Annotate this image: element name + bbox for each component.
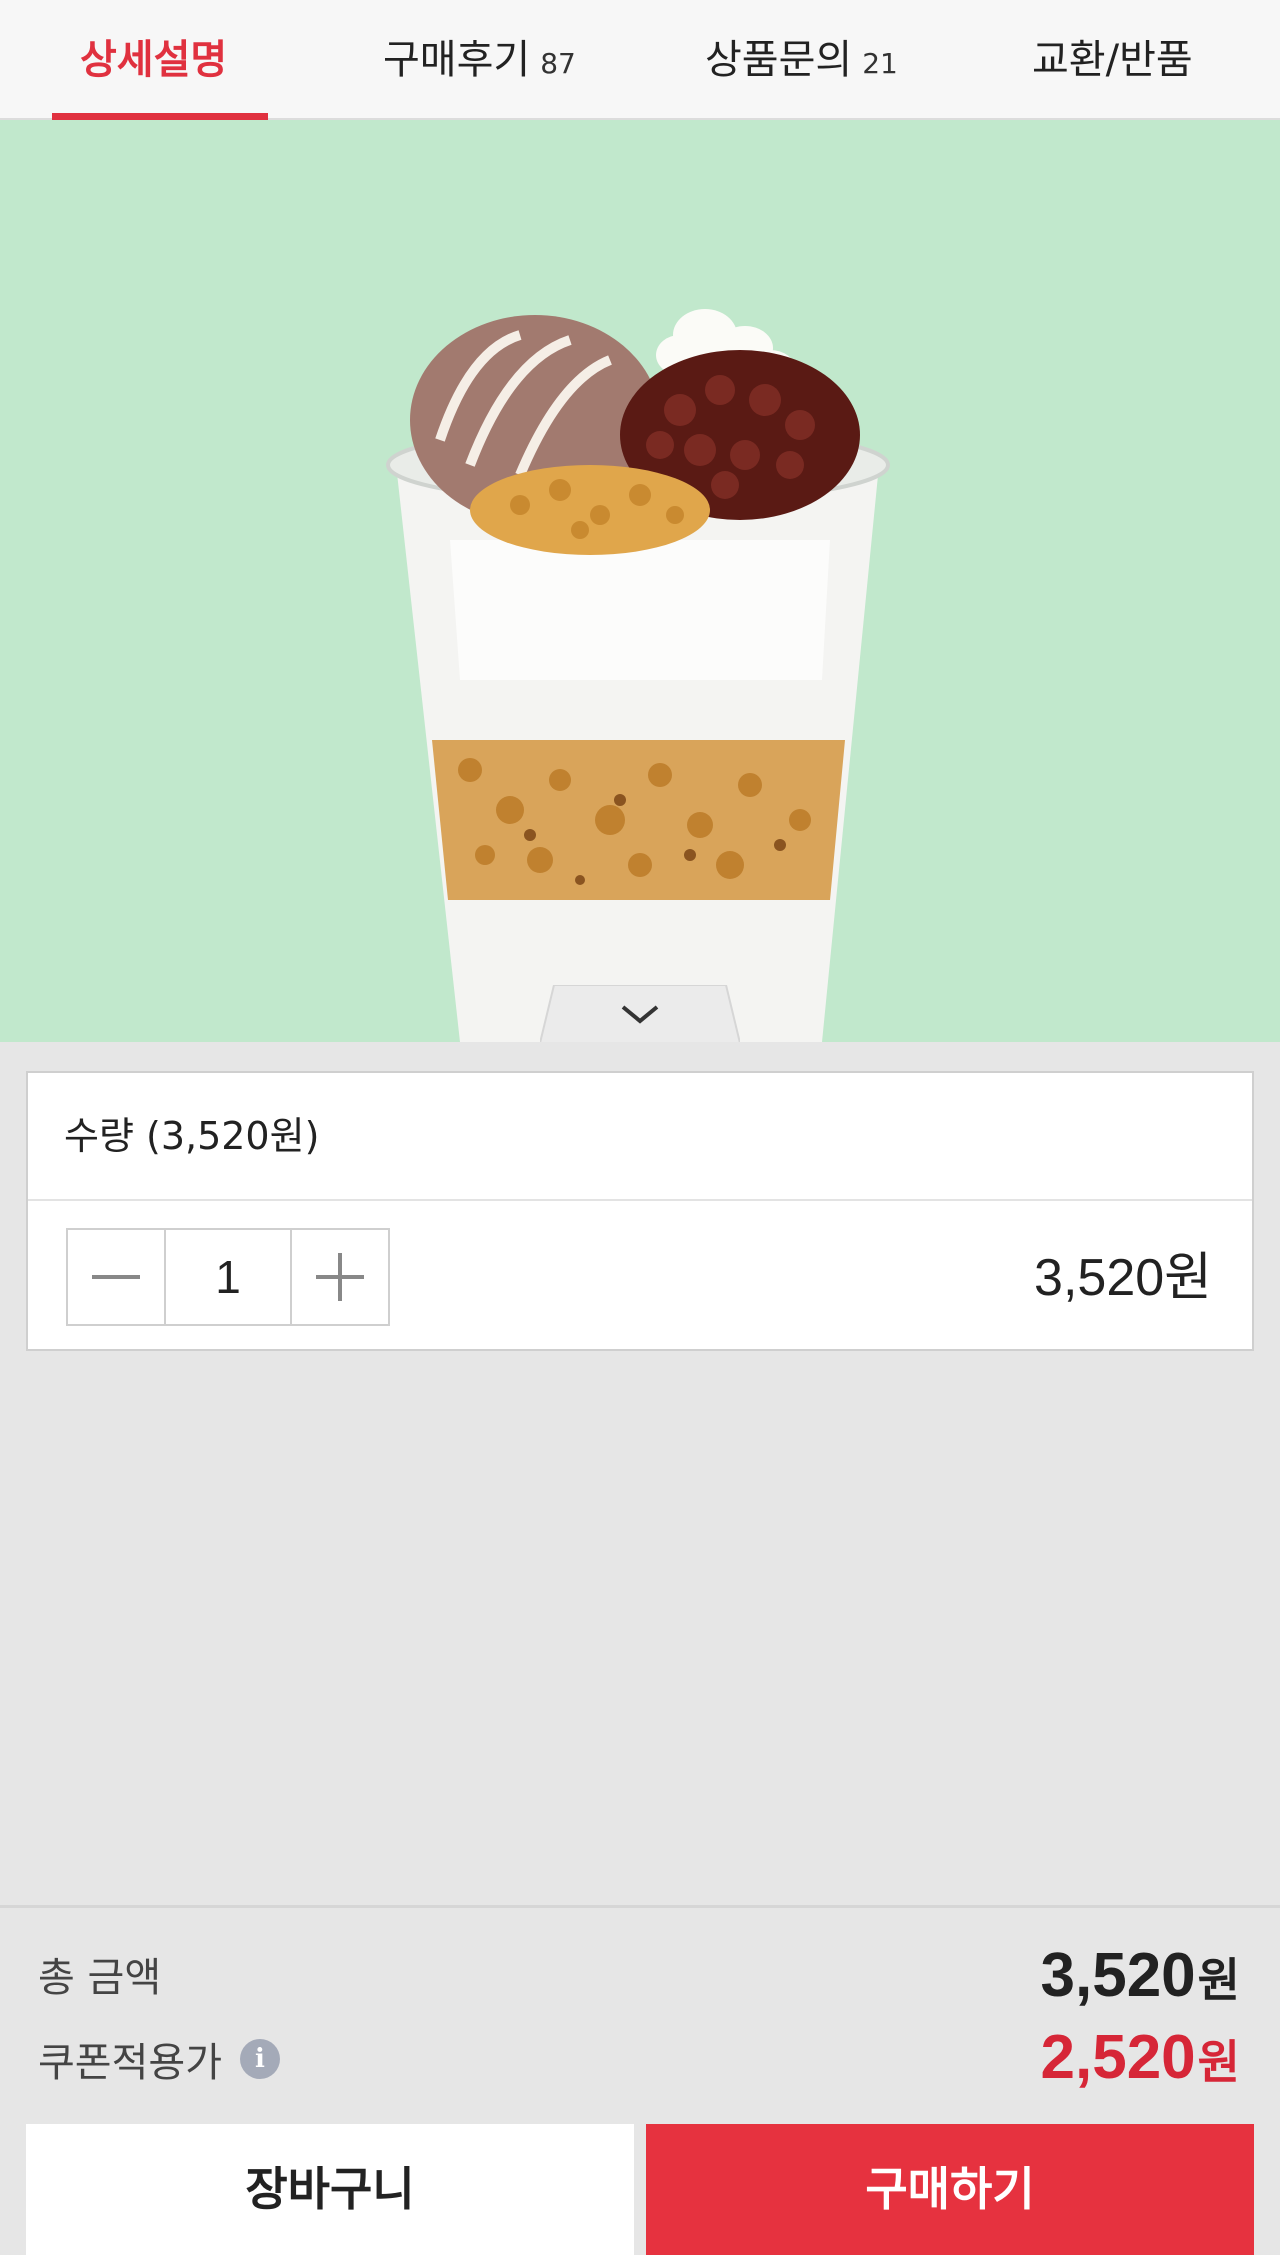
total-price-value: 3,520 bbox=[1040, 1941, 1196, 2010]
total-label: 총 금액 bbox=[38, 1955, 162, 2001]
minus-icon bbox=[92, 1275, 140, 1279]
line-price: 3,520원 bbox=[1034, 1249, 1212, 1307]
coupon-price-unit: 원 bbox=[1197, 2036, 1240, 2088]
quantity-option-panel: 수량 (3,520원) 1 3,520원 bbox=[26, 1071, 1254, 1351]
summary-divider bbox=[0, 1905, 1280, 1908]
tab-exchange-return[interactable]: 교환/반품 bbox=[1032, 0, 1193, 120]
tab-exchange-return-label: 교환/반품 bbox=[1032, 37, 1193, 83]
active-tab-indicator bbox=[52, 113, 268, 120]
parfait-cup-illustration bbox=[386, 309, 890, 1042]
tab-reviews-count: 87 bbox=[540, 47, 576, 80]
total-price-unit: 원 bbox=[1197, 1954, 1240, 2006]
quantity-stepper: 1 bbox=[66, 1228, 390, 1326]
quantity-label: 수량 (3,520원) bbox=[64, 1114, 320, 1158]
product-image bbox=[0, 120, 1280, 1042]
tab-details-label: 상세설명 bbox=[80, 37, 228, 83]
divider bbox=[28, 1199, 1252, 1201]
tab-inquiries[interactable]: 상품문의 21 bbox=[705, 0, 898, 120]
tab-inquiries-count: 21 bbox=[862, 47, 898, 80]
total-price: 3,520원 bbox=[1041, 1940, 1240, 2011]
tab-bar: 상세설명 구매후기 87 상품문의 21 교환/반품 bbox=[0, 0, 1280, 120]
tab-reviews[interactable]: 구매후기 87 bbox=[383, 0, 576, 120]
tab-reviews-label: 구매후기 bbox=[383, 37, 531, 83]
coupon-price-label: 쿠폰적용가 bbox=[38, 2040, 222, 2086]
collapse-image-button[interactable] bbox=[540, 985, 740, 1042]
tab-details[interactable]: 상세설명 bbox=[80, 0, 227, 120]
info-icon[interactable]: i bbox=[240, 2039, 280, 2079]
tab-inquiries-label: 상품문의 bbox=[705, 37, 853, 83]
coupon-price: 2,520원 bbox=[1041, 2022, 1240, 2093]
add-to-cart-button[interactable]: 장바구니 bbox=[26, 2124, 634, 2255]
increase-quantity-button[interactable] bbox=[292, 1230, 388, 1324]
quantity-value[interactable]: 1 bbox=[164, 1230, 292, 1324]
decrease-quantity-button[interactable] bbox=[68, 1230, 164, 1324]
coupon-price-label-row: 쿠폰적용가 i bbox=[38, 2030, 280, 2088]
coupon-price-value: 2,520 bbox=[1040, 2023, 1196, 2092]
buy-now-button[interactable]: 구매하기 bbox=[646, 2124, 1254, 2255]
